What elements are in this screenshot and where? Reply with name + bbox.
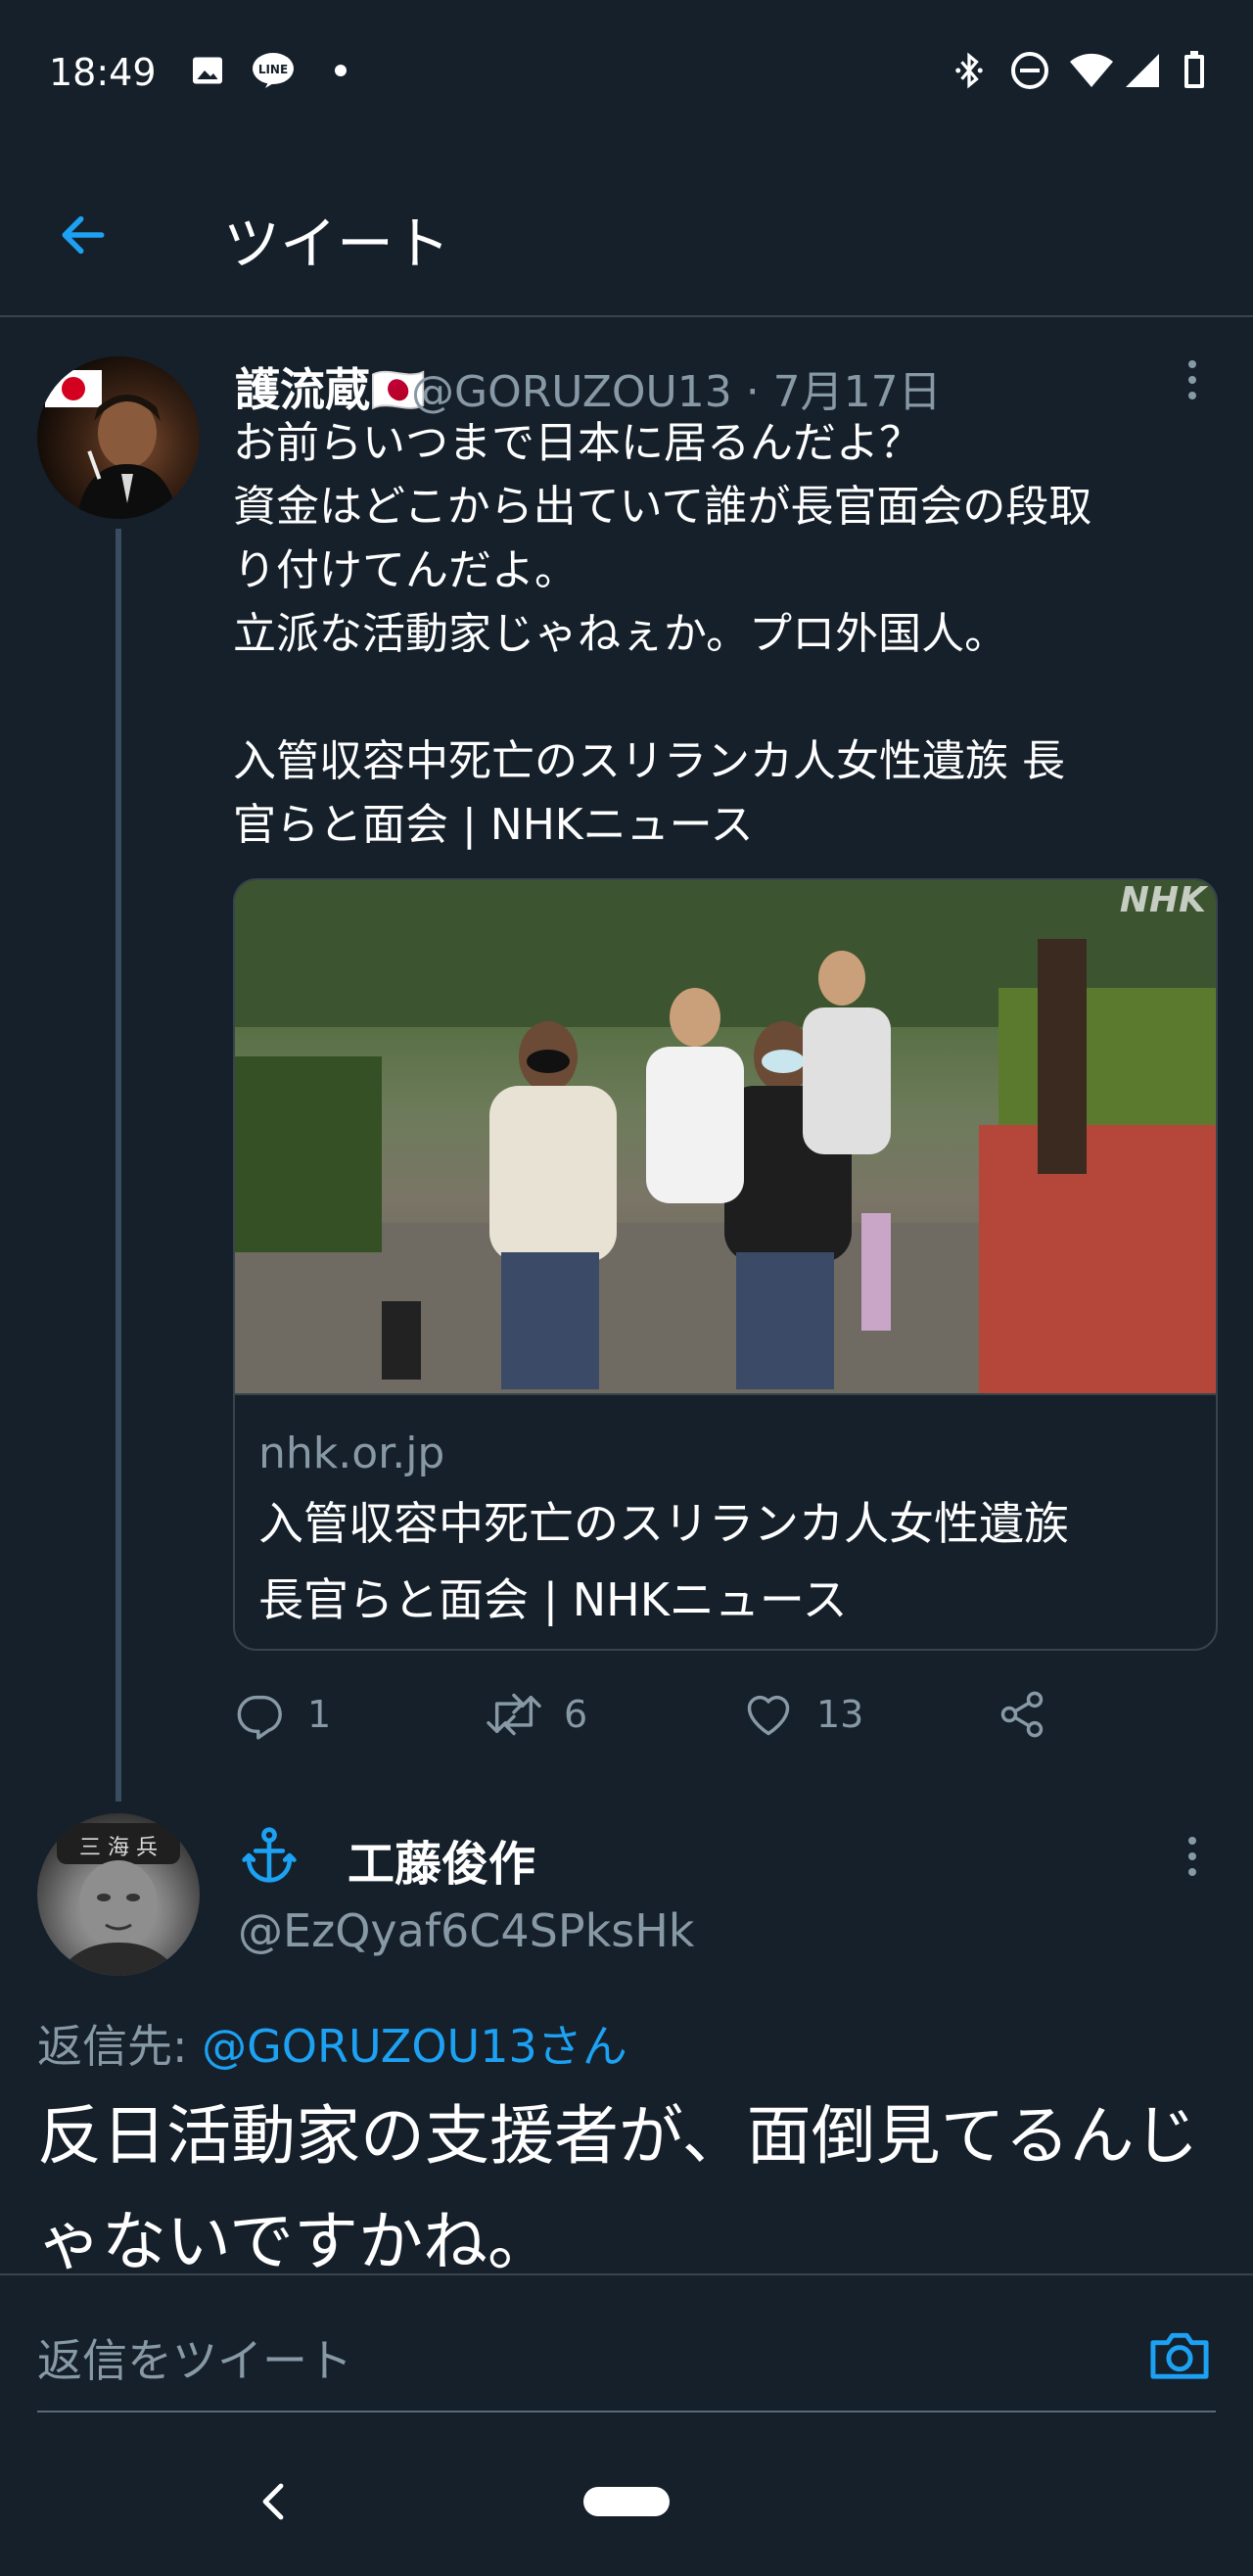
compose-underline (37, 2411, 1216, 2412)
tweet-text: お前らいつまで日本に居るんだよ？ 資金はどこから出ていて誰が長官面会の段取 り付… (233, 418, 1092, 850)
wifi-icon (1067, 49, 1116, 92)
svg-text:LINE: LINE (258, 63, 288, 76)
more-dot-icon (1188, 1868, 1196, 1876)
arrow-left-icon (62, 215, 105, 255)
page-title: ツイート (223, 211, 451, 277)
card-thumbnail: NHK (235, 880, 1216, 1393)
replying-to-label: 返信先: (37, 2020, 203, 2073)
header-divider (0, 315, 1253, 317)
svg-text:三 海 兵: 三 海 兵 (79, 1836, 158, 1860)
line-app-icon: LINE (249, 49, 298, 92)
reply-action-button[interactable]: 1 (235, 1680, 331, 1749)
camera-button[interactable] (1145, 2320, 1214, 2389)
author-handle-date[interactable]: @GORUZOU13 · 7月17日 (411, 356, 942, 419)
news-photo (235, 880, 1216, 1393)
author-name[interactable]: 護流蔵🇯🇵 (235, 354, 426, 419)
replying-to: 返信先: @GORUZOU13さん (37, 2011, 627, 2076)
camera-icon (1150, 2332, 1209, 2379)
card-divider (235, 1393, 1216, 1395)
like-action-button[interactable]: 13 (742, 1680, 863, 1749)
more-dot-icon (1188, 1852, 1196, 1860)
nav-home-pill[interactable] (583, 2487, 670, 2516)
compose-reply-input[interactable]: 返信をツイート (37, 2325, 352, 2390)
like-count: 13 (816, 1693, 864, 1736)
bluetooth-icon (950, 49, 989, 92)
replying-to-link[interactable]: @GORUZOU13さん (202, 2020, 627, 2073)
retweet-icon (487, 1693, 541, 1736)
dot-icon (331, 49, 350, 92)
author-avatar[interactable] (37, 356, 200, 519)
image-icon (188, 49, 227, 92)
reply-text: 反日活動家の支援者が、面倒見てるんじゃないですかね。 (37, 2098, 1199, 2279)
share-action-button[interactable] (997, 1680, 1047, 1749)
reply-author-avatar[interactable]: 三 海 兵 (37, 1813, 200, 1976)
app-header (0, 147, 1253, 316)
more-dot-icon (1188, 360, 1196, 368)
link-card[interactable]: NHK nhk.or.jp 入管収容中死亡のスリランカ人女性遺族 長官らと面会 … (233, 878, 1218, 1651)
nav-back-button[interactable] (249, 2477, 298, 2526)
reply-more-options-button[interactable] (1173, 1827, 1212, 1886)
more-dot-icon (1188, 392, 1196, 399)
battery-icon (1175, 49, 1214, 92)
reply-icon (237, 1695, 282, 1740)
reply-author-handle[interactable]: @EzQyaf6C4SPksHk (238, 1904, 694, 1957)
avatar-image: 三 海 兵 (57, 1823, 180, 1976)
more-dot-icon (1188, 376, 1196, 384)
heart-icon (747, 1695, 790, 1736)
avatar-image (45, 370, 178, 519)
retweet-count: 6 (564, 1693, 588, 1736)
more-options-button[interactable] (1173, 351, 1212, 409)
share-icon (1000, 1691, 1044, 1738)
reply-author-name[interactable]: 工藤俊作 (348, 1825, 535, 1894)
card-domain: nhk.or.jp (258, 1429, 445, 1478)
status-time: 18:49 (49, 51, 157, 94)
do-not-disturb-icon (1008, 49, 1051, 92)
reply-count: 1 (307, 1693, 332, 1736)
retweet-action-button[interactable]: 6 (486, 1680, 587, 1749)
anchor-icon (235, 1821, 303, 1890)
card-title: 入管収容中死亡のスリランカ人女性遺族 長官らと面会 | NHKニュース (258, 1497, 1069, 1626)
more-dot-icon (1188, 1837, 1196, 1845)
signal-icon (1120, 49, 1163, 92)
back-button[interactable] (49, 201, 117, 269)
chevron-left-icon (262, 2483, 284, 2520)
thread-connector (116, 529, 121, 1802)
card-watermark: NHK (1119, 880, 1206, 920)
